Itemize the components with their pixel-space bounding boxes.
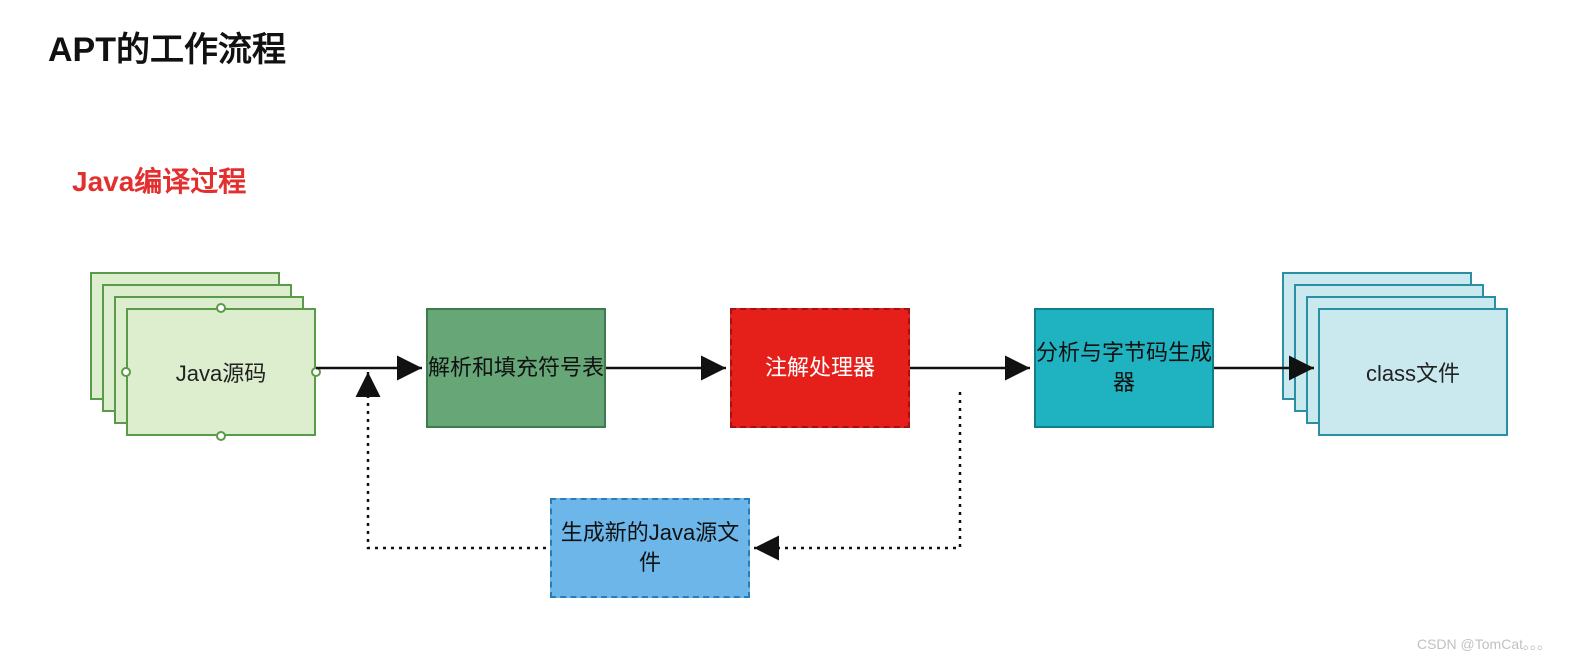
node-label: 注解处理器 — [765, 353, 875, 383]
node-label: 生成新的Java源文件 — [552, 518, 748, 577]
node-parse-symbol-table: 解析和填充符号表 — [426, 308, 606, 428]
selection-handle-icon — [216, 303, 226, 313]
node-new-java-source: 生成新的Java源文件 — [550, 498, 750, 598]
node-annotation-processor: 注解处理器 — [730, 308, 910, 428]
stack-layer: class文件 — [1318, 308, 1508, 436]
selection-handle-icon — [311, 367, 321, 377]
section-subtitle: Java编译过程 — [72, 160, 246, 200]
node-analyze-bytecode: 分析与字节码生成器 — [1034, 308, 1214, 428]
page-title: APT的工作流程 — [48, 22, 286, 71]
watermark: CSDN @TomCat。。。 — [1417, 634, 1551, 654]
node-label: 分析与字节码生成器 — [1036, 338, 1212, 397]
stack-layer: Java源码 — [126, 308, 316, 436]
node-label: Java源码 — [176, 356, 266, 388]
selection-handle-icon — [121, 367, 131, 377]
node-label: 解析和填充符号表 — [428, 353, 604, 383]
selection-handle-icon — [216, 431, 226, 441]
node-label: class文件 — [1366, 356, 1460, 388]
